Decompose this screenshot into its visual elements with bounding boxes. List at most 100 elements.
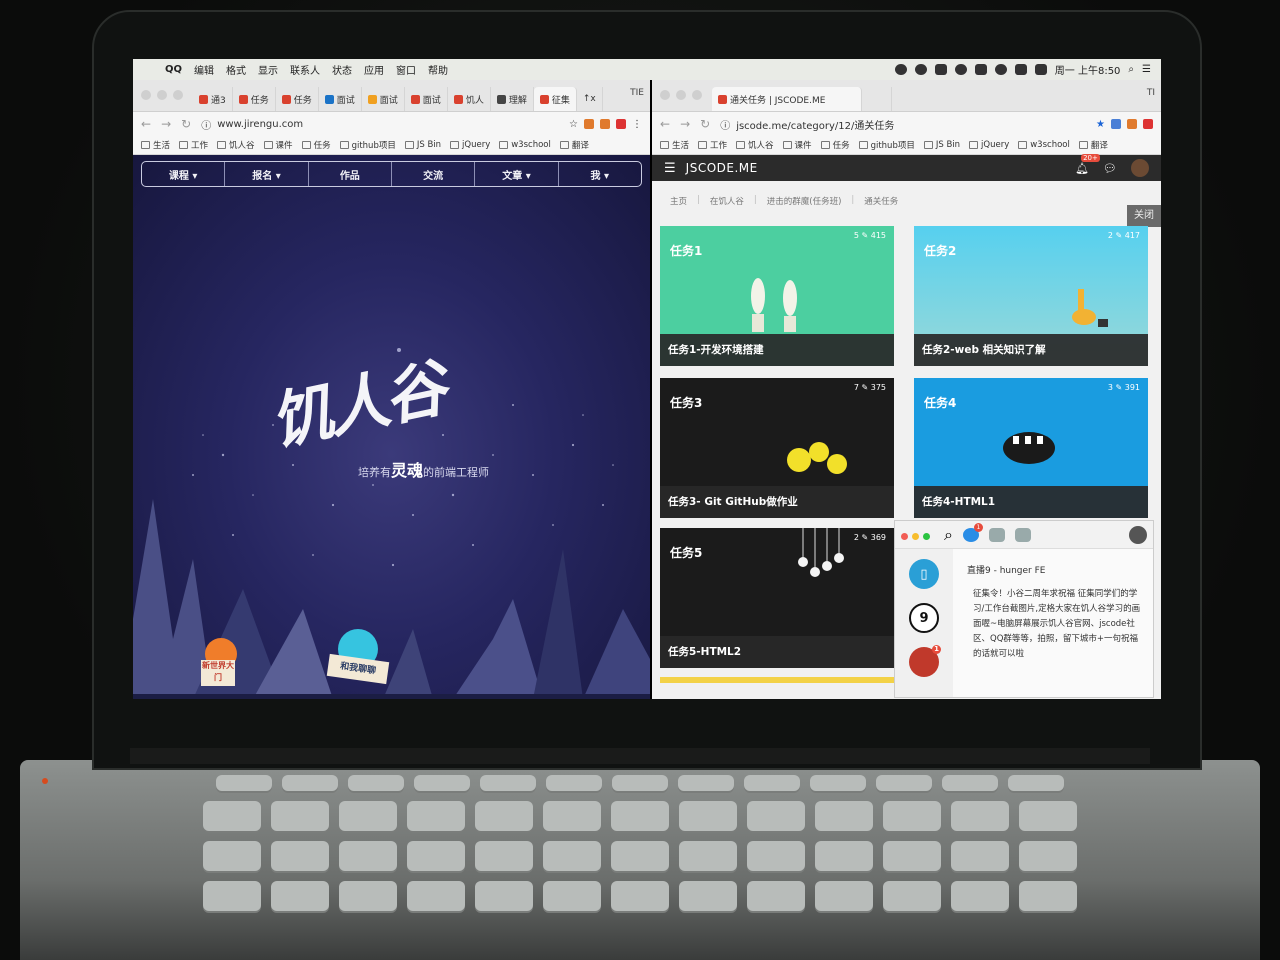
new-world-button[interactable]: 新世界大门	[201, 660, 235, 686]
task-card[interactable]: 任务5 2 ✎ 369 任务5-HTML2	[660, 528, 894, 668]
menu-dots-icon[interactable]: ⋮	[632, 119, 642, 130]
menu-app-name[interactable]: QQ	[159, 64, 188, 75]
breadcrumb-item[interactable]: 进击的群魔(任务班)	[767, 195, 842, 207]
url-field[interactable]: ⓘ jscode.me/category/12/通关任务	[720, 117, 1086, 132]
group-avatar[interactable]: 9	[909, 603, 939, 633]
bookmark[interactable]: JS Bin	[404, 140, 441, 150]
bookmark[interactable]: 饥人谷	[736, 139, 774, 151]
user-avatar[interactable]	[1131, 159, 1149, 177]
task-card[interactable]: 任务4 3 ✎ 391 任务4-HTML1	[914, 378, 1148, 518]
close-dot-icon[interactable]	[660, 90, 670, 100]
zoom-dot-icon[interactable]	[173, 90, 183, 100]
zoom-dot-icon[interactable]	[923, 533, 930, 540]
qq-icon[interactable]	[914, 64, 927, 75]
device-icon[interactable]: ▯	[909, 559, 939, 589]
chat-bubble-icon[interactable]: 💬︎	[1103, 162, 1117, 175]
task-card[interactable]: 任务2 2 ✎ 417 任务2-web 相关知识了解	[914, 226, 1148, 366]
nav-courses[interactable]: 课程 ▾	[142, 162, 226, 186]
browser-tab[interactable]: 饥人	[448, 87, 491, 111]
qq-avatar[interactable]	[1129, 525, 1147, 544]
nav-signup[interactable]: 报名 ▾	[225, 162, 309, 186]
bookmark[interactable]: 生活	[660, 139, 689, 151]
bookmark-star-icon[interactable]: ★	[1096, 119, 1105, 130]
nav-me[interactable]: 我 ▾	[559, 162, 641, 186]
browser-tab[interactable]: 面试	[362, 87, 405, 111]
minimize-dot-icon[interactable]	[912, 533, 919, 540]
bookmark[interactable]: 翻译	[559, 139, 589, 151]
bookmark[interactable]: 工作	[698, 139, 727, 151]
abp-icon[interactable]	[616, 118, 626, 129]
browser-tab[interactable]: 理解	[491, 87, 534, 111]
abp-icon[interactable]	[1143, 118, 1153, 129]
close-dot-icon[interactable]	[901, 533, 908, 540]
wechat-icon[interactable]	[894, 64, 907, 75]
reload-icon[interactable]: ↻	[181, 117, 191, 131]
menu-item[interactable]: 编辑	[188, 62, 220, 77]
nav-community[interactable]: 交流	[392, 162, 476, 186]
back-icon[interactable]: ←	[660, 117, 670, 131]
search-icon[interactable]: ⌕	[944, 525, 953, 545]
browser-tab[interactable]: ↑x	[577, 87, 603, 111]
browser-tab[interactable]: 任务	[233, 87, 276, 111]
browser-tab[interactable]: 面试	[405, 87, 448, 111]
menu-item[interactable]: 格式	[220, 62, 252, 77]
bookmark[interactable]: github项目	[339, 139, 396, 151]
menu-item[interactable]: 状态	[326, 62, 358, 77]
extension-icon[interactable]	[584, 118, 594, 129]
menu-item[interactable]: 显示	[252, 62, 284, 77]
status-icon[interactable]	[934, 64, 947, 75]
bookmark[interactable]: w3school	[499, 140, 551, 150]
menubar-clock[interactable]: 周一 上午8:50	[1055, 62, 1121, 77]
apps-grid-icon[interactable]	[1014, 527, 1031, 542]
menu-item[interactable]: 应用	[358, 62, 390, 77]
browser-tab[interactable]: 通3	[193, 87, 233, 111]
hamburger-icon[interactable]: ☰	[664, 161, 676, 176]
wifi-icon[interactable]	[994, 64, 1007, 75]
notification-bell-icon[interactable]: 🔔︎ 20+	[1075, 153, 1100, 175]
bluetooth-icon[interactable]	[974, 64, 987, 75]
menu-item[interactable]: 联系人	[284, 62, 326, 77]
new-tab-button[interactable]	[862, 87, 892, 111]
bookmark[interactable]: w3school	[1018, 140, 1070, 150]
task-card[interactable]: 任务1 5 ✎ 415 任务1-开发环境搭建	[660, 226, 894, 366]
bookmark[interactable]: 课件	[263, 139, 293, 151]
reload-icon[interactable]: ↻	[700, 117, 710, 131]
extension-icon[interactable]	[600, 118, 610, 129]
bookmark[interactable]: 生活	[141, 139, 170, 151]
close-dot-icon[interactable]	[141, 90, 151, 100]
forward-icon[interactable]: →	[680, 117, 690, 131]
menu-item[interactable]: 窗口	[390, 62, 422, 77]
bookmark[interactable]: JS Bin	[923, 140, 960, 150]
bookmark[interactable]: jQuery	[969, 140, 1009, 150]
back-icon[interactable]: ←	[141, 117, 151, 131]
minimize-dot-icon[interactable]	[676, 90, 686, 100]
bookmark[interactable]: github项目	[858, 139, 915, 151]
task-card[interactable]: 任务3 7 ✎ 375 任务3- Git GitHub做作业	[660, 378, 894, 518]
browser-tab-active[interactable]: 征集	[533, 87, 577, 111]
messages-icon[interactable]: 1	[962, 522, 983, 542]
bookmark[interactable]: 任务	[301, 139, 331, 151]
bookmark[interactable]: 饥人谷	[217, 139, 255, 151]
notification-center-icon[interactable]: ☰	[1142, 64, 1151, 75]
bookmark[interactable]: 任务	[820, 139, 850, 151]
bookmark[interactable]: 课件	[782, 139, 812, 151]
breadcrumb-item[interactable]: 在饥人谷	[710, 195, 744, 207]
nav-works[interactable]: 作品	[309, 162, 392, 186]
extension-icon[interactable]	[1111, 118, 1121, 129]
contacts-icon[interactable]	[988, 527, 1005, 542]
zoom-dot-icon[interactable]	[692, 90, 702, 100]
input-method-icon[interactable]	[1034, 64, 1047, 75]
menu-item[interactable]: 帮助	[422, 62, 454, 77]
nav-articles[interactable]: 文章 ▾	[475, 162, 559, 186]
url-field[interactable]: ⓘ www.jirengu.com	[201, 117, 559, 132]
browser-tab[interactable]: 面试	[319, 87, 362, 111]
contact-avatar[interactable]: 1	[909, 645, 941, 677]
close-button[interactable]: 关闭	[1127, 205, 1161, 227]
minimize-dot-icon[interactable]	[157, 90, 167, 100]
bookmark[interactable]: jQuery	[450, 140, 490, 150]
bookmark[interactable]: 翻译	[1078, 139, 1108, 151]
spotlight-icon[interactable]: ⌕	[1128, 64, 1134, 75]
bookmark-star-icon[interactable]: ☆	[569, 119, 578, 130]
breadcrumb-item[interactable]: 主页	[670, 195, 687, 207]
bookmark[interactable]: 工作	[179, 139, 208, 151]
